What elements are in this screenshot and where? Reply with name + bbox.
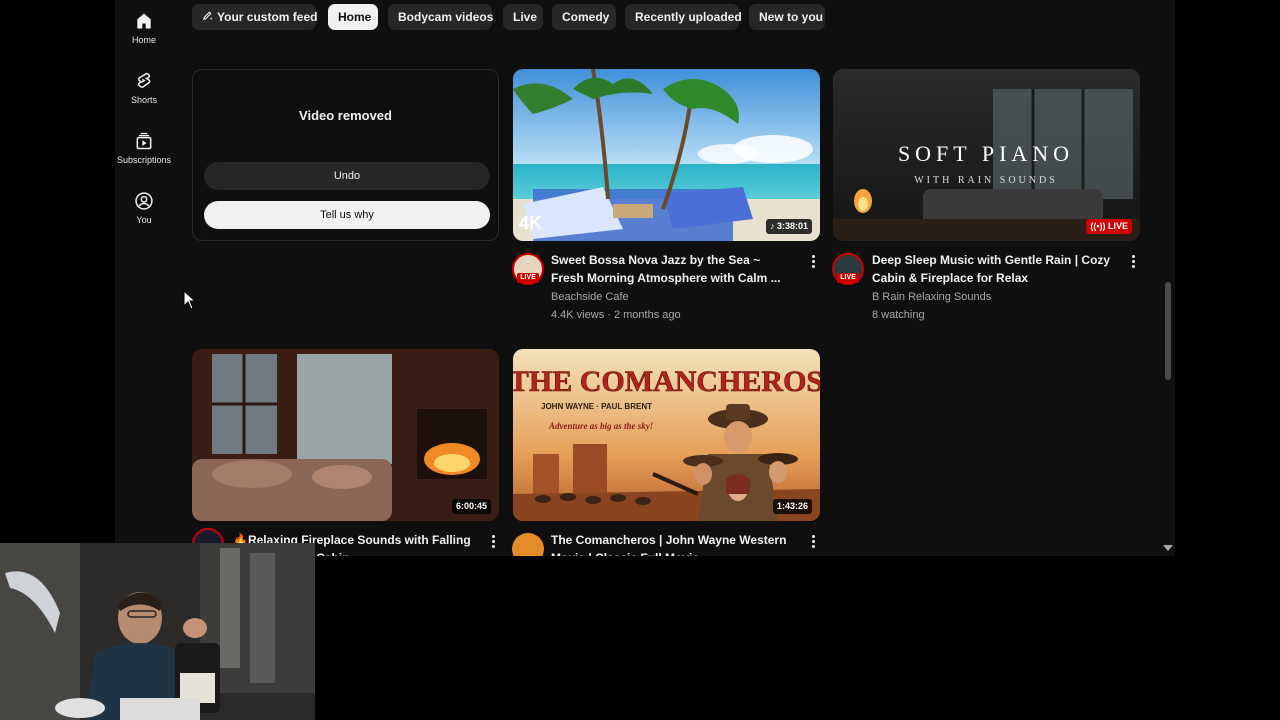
tell-us-why-button[interactable]: Tell us why bbox=[204, 201, 490, 229]
chip-label: Bodycam videos bbox=[398, 10, 494, 24]
video-thumbnail[interactable]: 4K ♪ 3:38:01 bbox=[513, 69, 820, 241]
thumbnail-subtitle-text: WITH RAIN SOUNDS bbox=[914, 175, 1058, 186]
sidebar-item-label: You bbox=[136, 215, 152, 225]
more-actions-icon[interactable] bbox=[808, 253, 818, 271]
thumbnail-title-text: SOFT PIANO bbox=[898, 141, 1074, 166]
video-stats: 8 watching bbox=[872, 309, 925, 321]
home-icon bbox=[137, 13, 151, 29]
cabin-rain-thumbnail-image: SOFT PIANO WITH RAIN SOUNDS bbox=[833, 69, 1140, 241]
sidebar-item-home[interactable]: Home bbox=[115, 11, 173, 45]
more-actions-icon[interactable] bbox=[808, 533, 818, 551]
chip-your-custom-feed[interactable]: Your custom feed bbox=[192, 4, 318, 30]
duration-badge: ♪ 3:38:01 bbox=[765, 219, 812, 234]
undo-button[interactable]: Undo bbox=[204, 162, 490, 190]
shorts-icon bbox=[137, 72, 151, 88]
sidebar-item-subscriptions[interactable]: Subscriptions bbox=[115, 131, 173, 165]
more-actions-icon[interactable] bbox=[488, 533, 498, 551]
video-title[interactable]: Deep Sleep Music with Gentle Rain | Cozy… bbox=[872, 251, 1112, 287]
chip-label: Recently uploaded bbox=[635, 10, 742, 24]
chip-recently-uploaded[interactable]: Recently uploaded bbox=[625, 4, 742, 30]
sidebar-item-label: Subscriptions bbox=[116, 155, 172, 165]
thumbnail-4k-label: 4K bbox=[519, 213, 542, 233]
channel-name[interactable]: Beachside Cafe bbox=[551, 288, 629, 306]
comancheros-poster-image: THE COMANCHEROS JOHN WAYNE · PAUL BRENT … bbox=[513, 349, 820, 521]
scroll-down-arrow-icon[interactable] bbox=[1163, 545, 1173, 551]
sidebar-item-shorts[interactable]: Shorts bbox=[115, 71, 173, 105]
webcam-overlay bbox=[0, 543, 315, 720]
channel-name[interactable]: B Rain Relaxing Sounds bbox=[872, 288, 991, 306]
video-stats: 4.4K views · 2 months ago bbox=[551, 309, 681, 321]
more-actions-icon[interactable] bbox=[1128, 253, 1138, 271]
chip-label: Home bbox=[338, 10, 372, 24]
video-title[interactable]: Sweet Bossa Nova Jazz by the Sea ~ Fresh… bbox=[551, 251, 791, 287]
duration-badge: 6:00:45 bbox=[451, 499, 491, 514]
mouse-cursor-icon bbox=[183, 290, 197, 310]
poster-tagline-text: Adventure as big as the sky! bbox=[548, 421, 653, 431]
duration-badge: 1:43:26 bbox=[772, 499, 812, 514]
sidebar-item-you[interactable]: You bbox=[115, 191, 173, 225]
scrollbar-thumb[interactable] bbox=[1165, 282, 1171, 380]
poster-title-text: THE COMANCHEROS bbox=[513, 365, 820, 398]
video-thumbnail[interactable]: 6:00:45 bbox=[192, 349, 499, 521]
chip-label: Your custom feed bbox=[217, 10, 318, 24]
poster-cast-text: JOHN WAYNE · PAUL BRENT bbox=[541, 402, 652, 411]
chip-comedy[interactable]: Comedy bbox=[552, 4, 616, 30]
channel-avatar[interactable] bbox=[512, 533, 544, 556]
video-thumbnail[interactable]: THE COMANCHEROS JOHN WAYNE · PAUL BRENT … bbox=[513, 349, 820, 521]
video-removed-card: Video removed Undo Tell us why bbox=[192, 69, 499, 241]
chip-label: Live bbox=[513, 10, 538, 24]
chip-home[interactable]: Home bbox=[328, 4, 378, 30]
video-removed-title: Video removed bbox=[299, 108, 392, 123]
avatar-live-label: LIVE bbox=[837, 273, 859, 283]
chip-live[interactable]: Live bbox=[503, 4, 543, 30]
chip-label: Comedy bbox=[562, 10, 610, 24]
live-badge: ((•)) LIVE bbox=[1086, 219, 1132, 234]
chip-new-to-you[interactable]: New to you bbox=[749, 4, 825, 30]
beach-thumbnail-image: 4K bbox=[513, 69, 820, 241]
fireplace-thumbnail-image bbox=[192, 349, 499, 521]
subscriptions-icon bbox=[136, 132, 152, 150]
video-thumbnail[interactable]: SOFT PIANO WITH RAIN SOUNDS ((•)) LIVE bbox=[833, 69, 1140, 241]
youtube-app: Home Shorts Subscriptions You Your custo… bbox=[115, 0, 1175, 556]
video-title[interactable]: The Comancheros | John Wayne Western Mov… bbox=[551, 531, 791, 556]
sidebar-item-label: Home bbox=[131, 35, 156, 45]
sidebar-item-label: Shorts bbox=[130, 95, 157, 105]
webcam-feed-image bbox=[0, 543, 315, 720]
avatar-live-label: LIVE bbox=[517, 273, 539, 283]
you-icon bbox=[135, 192, 153, 210]
chip-bodycam-videos[interactable]: Bodycam videos bbox=[388, 4, 494, 30]
chip-label: New to you bbox=[759, 10, 824, 24]
pencil-sparkle-icon bbox=[202, 4, 213, 30]
